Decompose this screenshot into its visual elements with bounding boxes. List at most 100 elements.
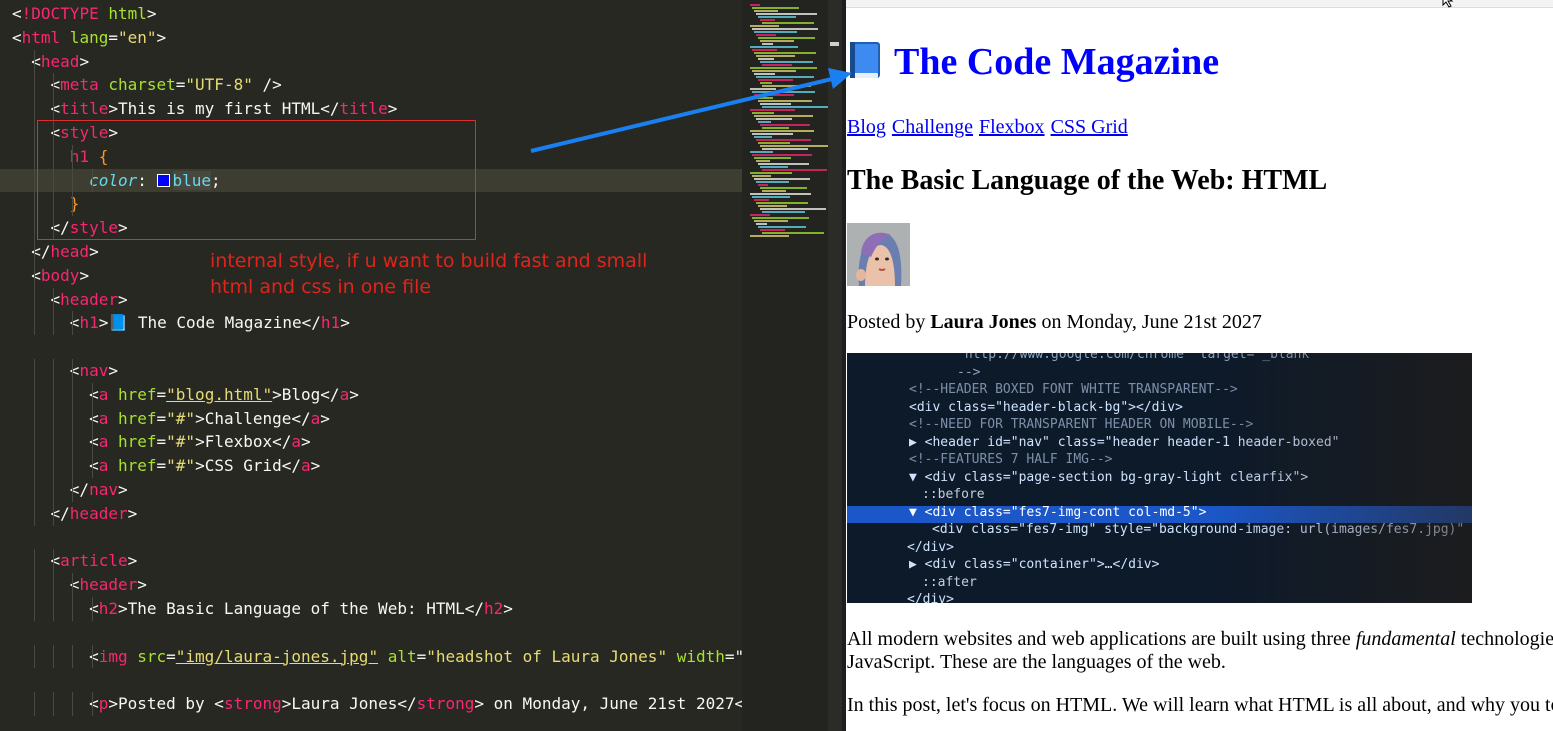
indent-guide [72, 406, 74, 431]
minimap-line [750, 67, 817, 69]
code-token: a [98, 408, 109, 428]
code-token: header [79, 575, 138, 595]
code-token: < [12, 313, 80, 333]
code-token: src [127, 646, 167, 666]
indent-guide [53, 311, 55, 336]
code-line[interactable]: <html lang="en"> [0, 26, 742, 50]
code-line[interactable]: <h1>📘 The Code Magazine</h1> [0, 311, 742, 336]
code-line[interactable] [0, 668, 742, 692]
code-token: "headshot of Laura Jones" [426, 646, 668, 666]
nav-link-css-grid[interactable]: CSS Grid [1051, 116, 1128, 138]
intro-emphasis: fundamental [1355, 628, 1456, 650]
indent-guide [72, 358, 74, 383]
main-nav: Blog Challenge Flexbox CSS Grid [847, 116, 1129, 139]
minimap-line [752, 112, 774, 114]
indent-guide [34, 216, 35, 240]
indent-guide [34, 239, 35, 264]
code-lines[interactable]: <!DOCTYPE html> <html lang="en"> <head> <… [0, 2, 742, 716]
indent-guide [91, 596, 93, 621]
minimap-line [750, 88, 776, 90]
code-token: >Posted by < [108, 694, 224, 714]
code-line[interactable]: <a href="#">Challenge</a> [0, 406, 742, 431]
minimap-line [754, 73, 775, 75]
minimap-line [754, 10, 778, 12]
minimap-line [752, 196, 790, 198]
code-line[interactable]: <p>Posted by <strong>Laura Jones</strong… [0, 692, 742, 716]
code-line[interactable]: <img src="img/laura-jones.jpg" alt="head… [0, 644, 742, 669]
code-line[interactable] [0, 526, 742, 550]
code-line[interactable]: <header> [0, 573, 742, 597]
code-token: "blog.html" [166, 384, 273, 404]
minimap-line [762, 127, 789, 129]
code-line[interactable]: <article> [0, 549, 742, 574]
code-token: "#" [166, 408, 196, 428]
author-name: Laura Jones [930, 311, 1037, 333]
code-line[interactable]: <nav> [0, 358, 742, 383]
code-editor[interactable]: <!DOCTYPE html> <html lang="en"> <head> <… [0, 0, 742, 731]
code-token: a [98, 384, 109, 404]
indent-guide [53, 692, 55, 716]
editor-scrollbar[interactable] [828, 0, 842, 731]
indent-guide [34, 97, 35, 121]
code-token: p [98, 694, 109, 714]
intro-text-a: All modern websites and web applications… [847, 628, 1356, 650]
code-line[interactable]: <a href="blog.html">Blog</a> [0, 382, 742, 407]
code-token: > [387, 99, 398, 119]
blue-book-icon [848, 40, 882, 80]
indent-guide [34, 406, 35, 431]
indent-guide [34, 644, 35, 669]
code-line[interactable]: <head> [0, 49, 742, 74]
scrollbar-thumb[interactable] [830, 42, 839, 46]
indent-guide [72, 596, 74, 621]
minimap-line [760, 208, 826, 210]
minimap-line [750, 193, 811, 195]
code-token: > [310, 456, 321, 476]
code-line[interactable]: <a href="#">CSS Grid</a> [0, 454, 742, 478]
code-token: =" [724, 646, 742, 666]
indent-guide [34, 358, 35, 383]
code-token: < [12, 27, 22, 47]
hero-code-line: <!--NEED FOR TRANSPARENT HEADER ON MOBIL… [909, 417, 1254, 432]
indent-guide [53, 406, 55, 431]
code-token: > [79, 51, 90, 71]
indent-guide [34, 287, 35, 312]
indent-guide [34, 168, 35, 193]
indent-guide [91, 430, 93, 455]
browser-preview: The Code Magazine Blog Challenge Flexbox… [846, 0, 1553, 731]
annotation-note: internal style, if u want to build fast … [210, 250, 648, 298]
code-line[interactable]: </nav> [0, 477, 742, 502]
minimap-line [754, 94, 794, 96]
code-token: </ [12, 241, 51, 261]
code-line[interactable]: </header> [0, 501, 742, 526]
minimap-line [762, 85, 811, 87]
code-token: < [12, 694, 99, 714]
intro-paragraph: All modern websites and web applications… [847, 628, 1553, 674]
hero-code-line: ::before [922, 487, 985, 502]
code-line[interactable]: <a href="#">Flexbox</a> [0, 430, 742, 455]
indent-guide [53, 573, 55, 597]
minimap-line [758, 184, 768, 186]
code-line[interactable]: <h2>The Basic Language of the Web: HTML<… [0, 596, 742, 621]
code-line[interactable]: <meta charset="UTF-8" /> [0, 73, 742, 98]
minimap-line [754, 115, 813, 117]
minimap-line [756, 76, 814, 78]
code-token: strong [223, 694, 282, 714]
code-token: >The Basic Language of the Web: HTML</ [117, 598, 485, 618]
indent-guide [53, 644, 55, 669]
indent-guide [34, 596, 35, 621]
minimap-line [756, 181, 789, 183]
code-line[interactable] [0, 621, 742, 645]
nav-link-flexbox[interactable]: Flexbox [979, 116, 1045, 138]
minimap-line [754, 178, 810, 180]
code-line[interactable] [0, 335, 742, 359]
minimap-line [752, 7, 799, 9]
code-line[interactable]: <title>This is my first HTML</title> [0, 97, 742, 121]
nav-link-challenge[interactable]: Challenge [892, 116, 973, 138]
indent-guide [72, 382, 74, 407]
hero-code-line: <div class="header-black-bg"></div> [909, 399, 1183, 415]
code-line[interactable]: <!DOCTYPE html> [0, 2, 742, 26]
code-token: header [60, 289, 118, 309]
code-token: "#" [166, 456, 196, 476]
nav-link-blog[interactable]: Blog [847, 116, 886, 138]
editor-minimap[interactable] [742, 0, 830, 731]
